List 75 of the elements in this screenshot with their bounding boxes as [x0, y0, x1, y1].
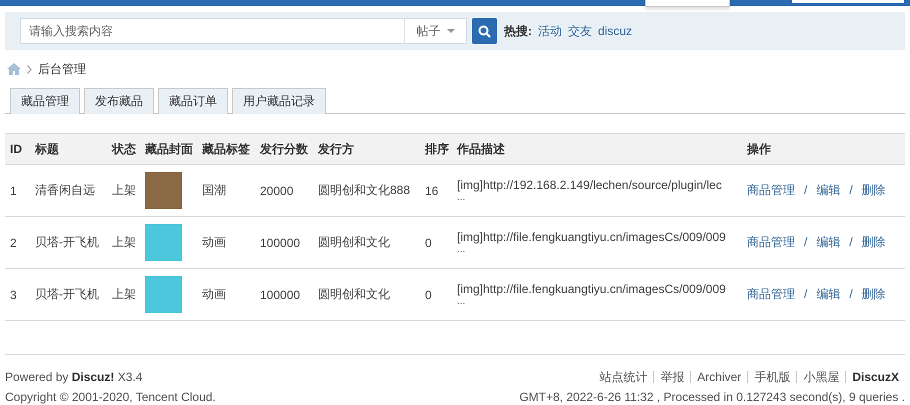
table-cell: 圆明创和文化888 [318, 183, 410, 197]
footer-link[interactable]: 小黑屋 [796, 371, 846, 383]
action-link[interactable]: 编辑 [816, 287, 840, 301]
tab[interactable]: 藏品订单 [158, 88, 228, 114]
table-cell: 上架 [112, 235, 136, 249]
table-cell: 100000 [260, 288, 300, 302]
action-link[interactable]: 删除 [862, 287, 886, 301]
separator-text: / [804, 235, 808, 249]
column-header: 藏品封面 [145, 142, 193, 156]
ellipsis-text: ... [457, 192, 466, 204]
separator-text: / [804, 287, 808, 301]
column-header: 作品描述 [457, 142, 505, 156]
table-cell: 贝塔-开飞机 [35, 235, 99, 249]
footer-link[interactable]: DiscuzX [845, 371, 905, 383]
hot-search-label: 热搜: [504, 22, 532, 40]
table-cell: 20000 [260, 184, 294, 198]
action-link[interactable]: 商品管理 [747, 183, 795, 197]
action-link[interactable]: 编辑 [816, 235, 840, 249]
table-cell: 国潮 [202, 183, 226, 197]
separator-text: / [849, 287, 853, 301]
table-cell: 上架 [112, 183, 136, 197]
hot-search-link[interactable]: 交友 [568, 24, 592, 38]
column-header: ID [10, 142, 22, 156]
table-cell: 100000 [260, 236, 300, 250]
search-button[interactable] [472, 18, 497, 44]
footer-link[interactable]: Archiver [690, 371, 748, 383]
ellipsis-text: ... [457, 296, 466, 308]
column-header: 藏品标签 [202, 142, 250, 156]
table-cell: 2 [10, 236, 17, 250]
table-cell: 16 [425, 184, 438, 198]
table-cell-text: [img]http://file.fengkuangtiyu.cn/imagesCs/009/009 [457, 230, 727, 244]
ellipsis-text: ... [457, 244, 466, 256]
action-link[interactable]: 编辑 [816, 183, 840, 197]
action-link[interactable]: 商品管理 [747, 235, 795, 249]
search-icon [478, 24, 491, 38]
footer-link[interactable]: 站点统计 [593, 371, 654, 383]
column-header: 发行方 [318, 142, 354, 156]
table-cell: 上架 [112, 287, 136, 301]
table-cell: 动画 [202, 235, 226, 249]
column-header: 排序 [425, 142, 449, 156]
column-header: 标题 [35, 142, 59, 156]
table-cell: 清香闲自远 [35, 183, 95, 197]
separator-text: / [804, 183, 808, 197]
powered-by-text: Powered by Discuz! X3.4 [5, 370, 142, 384]
table-cell-text: [img]http://file.fengkuangtiyu.cn/imagesCs/009/009 [457, 282, 727, 296]
footer-link[interactable]: 手机版 [747, 371, 796, 383]
table-cell: 0 [425, 288, 432, 302]
separator-text: / [849, 235, 853, 249]
search-field[interactable]: 请输入搜索内容 [20, 18, 405, 44]
table-cell-text: [img]http://192.168.2.149/lechen/source/plugin/lec [457, 178, 723, 192]
table-cell: 1 [10, 184, 17, 198]
hot-search-link[interactable]: 活动 [538, 24, 562, 38]
column-header: 状态 [112, 142, 136, 156]
action-link[interactable]: 删除 [862, 235, 886, 249]
table-cell: 动画 [202, 287, 226, 301]
copyright-text: Copyright © 2001-2020, Tencent Cloud. [5, 390, 216, 404]
search-scope-dropdown[interactable]: 帖子 [404, 18, 467, 44]
column-header: 操作 [747, 142, 771, 156]
table-cell: 圆明创和文化 [318, 287, 390, 301]
tab[interactable]: 发布藏品 [84, 88, 154, 114]
server-status-text: GMT+8, 2022-6-26 11:32 , Processed in 0.127243 second(s), 9 queries . [519, 390, 905, 404]
table-cell: 贝塔-开飞机 [35, 287, 99, 301]
tab[interactable]: 藏品管理 [10, 88, 80, 114]
table-cell: 0 [425, 236, 432, 250]
hot-search-link[interactable]: discuz [598, 24, 632, 38]
action-link[interactable]: 删除 [862, 183, 886, 197]
column-header: 发行分数 [260, 142, 308, 156]
chevron-icon [27, 64, 32, 74]
tab[interactable]: 用户藏品记录 [232, 88, 326, 114]
footer-link[interactable]: 举报 [653, 371, 690, 383]
table-cell: 圆明创和文化 [318, 235, 390, 249]
action-link[interactable]: 商品管理 [747, 287, 795, 301]
breadcrumb-item[interactable]: 后台管理 [38, 62, 86, 76]
table-cell: 3 [10, 288, 17, 302]
separator-text: / [849, 183, 853, 197]
